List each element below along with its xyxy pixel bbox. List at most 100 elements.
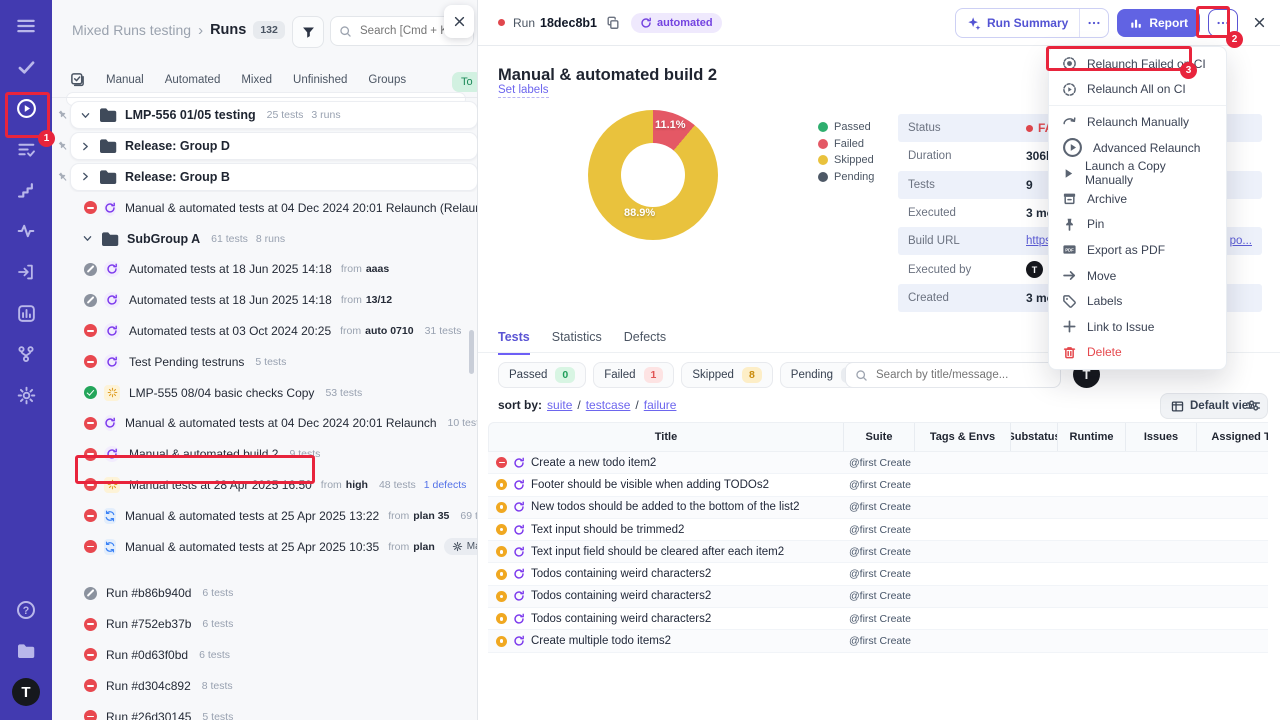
column-header-suite[interactable]: Suite	[844, 423, 915, 451]
run-row[interactable]: Run #26d30145 5 tests	[56, 701, 478, 720]
menu-item-move[interactable]: Move	[1049, 263, 1226, 289]
run-row[interactable]: Manual & automated tests at 04 Dec 2024 …	[56, 408, 478, 439]
group-row[interactable]: Release: Group D	[56, 131, 478, 162]
group-row[interactable]: LMP-556 01/05 testing 25 tests 3 runs	[56, 100, 478, 131]
column-settings-icon[interactable]	[1246, 398, 1261, 413]
build-url-link-end[interactable]: po...	[1230, 235, 1252, 247]
mixed-run-icon	[104, 539, 116, 555]
tests-search[interactable]	[845, 362, 1061, 388]
runs-tab-groups[interactable]: Groups	[368, 74, 406, 86]
sidebar-item-check[interactable]	[12, 53, 40, 81]
table-row[interactable]: Todos containing weird characters2 @firs…	[488, 586, 1268, 608]
legend-item-failed[interactable]: Failed	[818, 138, 874, 150]
run-row[interactable]: Test Pending testruns 5 tests	[56, 346, 478, 377]
multiselect-icon[interactable]	[70, 72, 85, 87]
menu-item-export-as-pdf[interactable]: PDF Export as PDF	[1049, 237, 1226, 263]
filter-button[interactable]	[292, 16, 324, 48]
menu-item-relaunch-failed-on-ci[interactable]: Relaunch Failed on CI	[1049, 51, 1226, 77]
menu-item-relaunch-all-on-ci[interactable]: Relaunch All on CI	[1049, 77, 1226, 103]
breadcrumb-project[interactable]: Mixed Runs testing	[72, 22, 191, 38]
sidebar-item-login[interactable]	[12, 258, 40, 286]
sort-link-failure[interactable]: failure	[644, 398, 677, 412]
breadcrumb-section[interactable]: Runs	[210, 22, 246, 38]
panel-close-button[interactable]	[444, 5, 474, 38]
table-row[interactable]: Todos containing weird characters2 @firs…	[488, 563, 1268, 585]
run-row[interactable]: Automated tests at 03 Oct 2024 20:25 fro…	[56, 316, 478, 347]
group-row[interactable]: Release: Group B	[56, 162, 478, 193]
menu-item-launch-a-copy-manually[interactable]: Launch a Copy Manually	[1049, 160, 1226, 186]
table-row[interactable]: Footer should be visible when adding TOD…	[488, 474, 1268, 496]
menu-item-label: Link to Issue	[1087, 320, 1154, 334]
sidebar-item-git-branch[interactable]	[12, 340, 40, 368]
legend-item-skipped[interactable]: Skipped	[818, 154, 874, 166]
report-button[interactable]: Report	[1117, 9, 1200, 37]
run-row[interactable]: Automated tests at 18 Jun 2025 14:18 fro…	[56, 285, 478, 316]
runs-tab-unfinished[interactable]: Unfinished	[293, 74, 347, 86]
sidebar-item-bar-chart[interactable]	[12, 299, 40, 327]
table-row[interactable]: Text input field should be cleared after…	[488, 541, 1268, 563]
sort-link-testcase[interactable]: testcase	[586, 398, 631, 412]
column-header-issues[interactable]: Issues	[1126, 423, 1197, 451]
run-row[interactable]: Run #d304c892 8 tests	[56, 670, 478, 701]
run-row[interactable]: Run #752eb37b 6 tests	[56, 609, 478, 640]
workspace-avatar[interactable]: T	[12, 678, 40, 706]
scrollbar[interactable]	[469, 330, 474, 374]
menu-item-pin[interactable]: Pin	[1049, 212, 1226, 238]
column-header-substatus[interactable]: Substatus	[1011, 423, 1058, 451]
legend-item-pending[interactable]: Pending	[818, 171, 874, 183]
run-row[interactable]: Run #b86b940d 6 tests	[56, 578, 478, 609]
menu-item-advanced-relaunch[interactable]: Advanced Relaunch	[1049, 135, 1226, 161]
sidebar-item-play-circle[interactable]	[12, 94, 40, 122]
column-header-assigned-to[interactable]: Assigned To	[1197, 423, 1268, 451]
run-summary-more-button[interactable]	[1079, 9, 1108, 37]
filter-pill-passed[interactable]: Passed 0	[498, 362, 586, 388]
filter-pill-skipped[interactable]: Skipped 8	[681, 362, 772, 388]
run-row[interactable]: Manual tests at 28 Apr 2025 16:50 fromhi…	[56, 470, 478, 501]
table-row[interactable]: Create multiple todo items2 @first Creat…	[488, 630, 1268, 652]
run-row[interactable]: LMP-555 08/04 basic checks Copy 53 tests	[56, 377, 478, 408]
run-row[interactable]: Manual & automated tests at 25 Apr 2025 …	[56, 531, 478, 562]
sidebar-item-menu[interactable]	[12, 12, 40, 40]
run-row[interactable]: Manual & automated tests at 04 Dec 2024 …	[56, 192, 478, 223]
skipped-status-icon	[496, 546, 507, 557]
menu-item-labels[interactable]: Labels	[1049, 288, 1226, 314]
filter-pill-failed[interactable]: Failed 1	[593, 362, 674, 388]
table-row[interactable]: Todos containing weird characters2 @firs…	[488, 608, 1268, 630]
close-icon[interactable]	[1253, 16, 1266, 29]
table-row[interactable]: New todos should be added to the bottom …	[488, 497, 1268, 519]
run-row[interactable]: Manual & automated tests at 25 Apr 2025 …	[56, 500, 478, 531]
menu-item-archive[interactable]: Archive	[1049, 186, 1226, 212]
run-row[interactable]: Automated tests at 18 Jun 2025 14:18 fro…	[56, 254, 478, 285]
run-row[interactable]: Manual & automated build 2 9 tests	[56, 439, 478, 470]
run-defects-link[interactable]: 1 defects	[424, 479, 467, 491]
column-header-runtime[interactable]: Runtime	[1058, 423, 1126, 451]
runs-tab-manual[interactable]: Manual	[106, 74, 144, 86]
set-labels-link[interactable]: Set labels	[498, 84, 549, 98]
sidebar-item-folder[interactable]	[12, 637, 40, 665]
table-row[interactable]: Text input should be trimmed2 @first Cre…	[488, 519, 1268, 541]
copy-icon[interactable]	[606, 16, 620, 30]
menu-item-relaunch-manually[interactable]: Relaunch Manually	[1049, 109, 1226, 135]
column-header-title[interactable]: Title	[489, 423, 844, 451]
sidebar-item-pulse[interactable]	[12, 217, 40, 245]
tests-search-input[interactable]	[874, 368, 1051, 382]
runs-tab-mixed[interactable]: Mixed	[241, 74, 272, 86]
failed-status-icon	[84, 355, 97, 368]
chevron-right-icon	[80, 171, 91, 182]
sidebar-item-list-check[interactable]	[12, 135, 40, 163]
table-row[interactable]: Create a new todo item2 @first Create ..…	[488, 452, 1268, 474]
legend-item-passed[interactable]: Passed	[818, 121, 874, 133]
subgroup-row[interactable]: SubGroup A 61 tests 8 runs	[56, 223, 478, 254]
sort-link-suite[interactable]: suite	[547, 398, 572, 412]
sidebar-item-steps[interactable]	[12, 176, 40, 204]
run-summary-button[interactable]: Run Summary	[955, 8, 1109, 38]
run-actions-menu-button[interactable]	[1208, 9, 1238, 37]
column-header-tags-envs[interactable]: Tags & Envs	[915, 423, 1011, 451]
sidebar-item-help[interactable]: ?	[12, 596, 40, 624]
sidebar-item-gear[interactable]	[12, 381, 40, 409]
runs-tab-automated[interactable]: Automated	[165, 74, 221, 86]
today-filter-pill[interactable]: To	[452, 72, 478, 92]
run-row[interactable]: Run #0d63f0bd 6 tests	[56, 640, 478, 671]
menu-item-link-to-issue[interactable]: Link to Issue	[1049, 314, 1226, 340]
menu-item-delete[interactable]: Delete	[1049, 340, 1226, 366]
